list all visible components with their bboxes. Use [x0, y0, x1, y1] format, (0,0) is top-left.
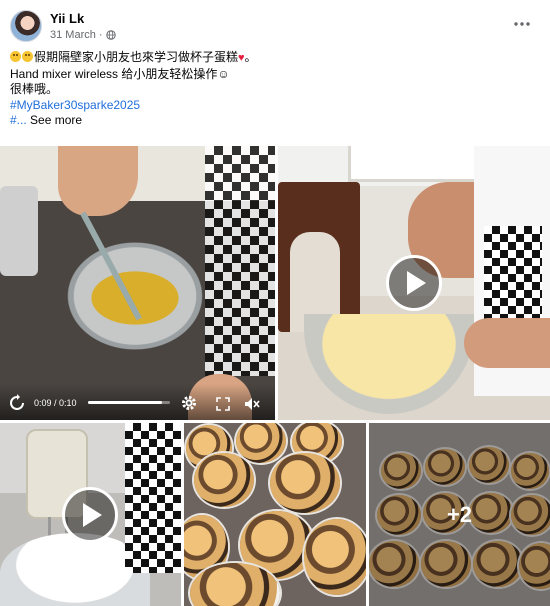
- video-tile-whisking[interactable]: 0:09 / 0:10: [0, 146, 275, 420]
- video-progress-fill: [88, 401, 162, 404]
- post-text: 假期隔壁家小朋友也來学习做杯子蛋糕♥。 Hand mixer wireless …: [10, 50, 540, 129]
- post-text-line-2: Hand mixer wireless 给小朋友轻松操作☺: [10, 66, 230, 81]
- volume-muted-icon[interactable]: [244, 396, 260, 412]
- author-name[interactable]: Yii Lk: [50, 11, 84, 26]
- play-button[interactable]: [386, 255, 442, 311]
- smile-emoji-icon: [22, 51, 33, 62]
- hashtag-link[interactable]: #MyBaker30sparke2025: [10, 98, 540, 114]
- more-options-icon: [514, 22, 530, 26]
- post-text-line-5: #... See more: [10, 113, 540, 129]
- heart-emoji-icon: ♥: [238, 52, 245, 64]
- see-more-link[interactable]: See more: [30, 113, 82, 127]
- play-icon: [83, 503, 102, 527]
- media-grid: 0:09 / 0:10 +2: [0, 146, 550, 606]
- more-options-button[interactable]: [510, 12, 534, 36]
- photo-tile-cupcakes[interactable]: [184, 423, 366, 606]
- more-photos-overlay[interactable]: +2: [369, 423, 550, 606]
- settings-icon[interactable]: [180, 394, 198, 412]
- post-date[interactable]: 31 March: [50, 29, 96, 41]
- video-time: 0:09 / 0:10: [34, 398, 77, 408]
- post-header: Yii Lk 31 March ·: [10, 8, 540, 44]
- more-photos-count: +2: [446, 501, 473, 527]
- smile-emoji-icon: [10, 51, 21, 62]
- globe-icon: [105, 30, 116, 40]
- video-tile-bowl[interactable]: [278, 146, 550, 420]
- play-icon: [407, 271, 426, 295]
- post-text-line-3: 很棒哦。: [10, 82, 59, 96]
- play-button[interactable]: [62, 487, 118, 543]
- video-tile-mixer[interactable]: [0, 423, 181, 606]
- emoji-icon: ☺: [217, 66, 230, 81]
- post-meta: 31 March ·: [50, 29, 116, 41]
- hashtag-link-truncated[interactable]: #...: [10, 113, 27, 127]
- photo-tile-more[interactable]: +2: [369, 423, 550, 606]
- video-controls: 0:09 / 0:10: [0, 384, 275, 420]
- post-text-line-1: 假期隔壁家小朋友也來学习做杯子蛋糕♥。: [10, 50, 540, 67]
- replay-icon[interactable]: [8, 394, 26, 412]
- video-progress-bar[interactable]: [88, 401, 170, 404]
- avatar[interactable]: [10, 10, 42, 42]
- fullscreen-icon[interactable]: [216, 397, 230, 411]
